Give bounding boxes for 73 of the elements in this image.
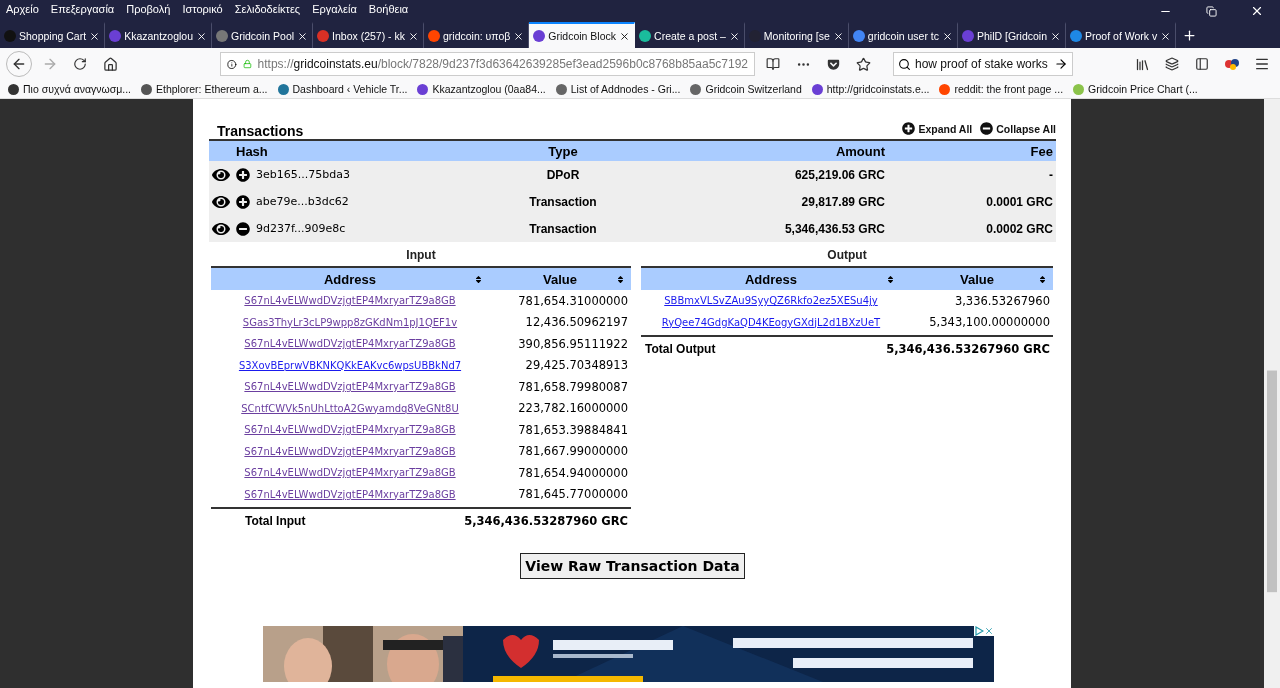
value-cell-text: 781,658.79980087 xyxy=(517,379,629,394)
value-cell-text: 5,343,100.00000000 xyxy=(928,315,1051,330)
address-link[interactable]: SCntfCWVk5nUhLttoA2Gwyamdq8VeGNt8U xyxy=(241,402,459,414)
column-header: Hash xyxy=(235,143,269,159)
view-raw-button[interactable]: View Raw Transaction Data xyxy=(520,553,745,579)
collapse-all-link[interactable]: Collapse All xyxy=(980,122,1056,135)
column-header: Amount xyxy=(834,143,886,159)
section-title: Output xyxy=(826,248,868,264)
address-link[interactable]: S67nL4vELWwdDVzjgtEP4MxryarTZ9a8GB xyxy=(244,488,456,500)
total-label: Total Input xyxy=(244,514,307,528)
menu-item[interactable]: Σελιδοδείκτες xyxy=(228,0,307,15)
fee-cell-text: - xyxy=(1048,167,1054,182)
menu-item[interactable]: Επεξεργασία xyxy=(44,0,121,15)
value-cell-text: 781,654.94000000 xyxy=(517,465,629,480)
address-link[interactable]: S67nL4vELWwdDVzjgtEP4MxryarTZ9a8GB xyxy=(244,295,456,307)
address-bar[interactable]: https://gridcoinstats.eu/block/7828/9d237f3d63642639285ef3ead2596b0c8768b85aa5c7192 xyxy=(220,52,755,76)
value-cell-text: 390,856.95111922 xyxy=(517,336,629,351)
type-cell-text: Transaction xyxy=(528,221,598,236)
bookmark-item[interactable]: http://gridcoinstats.e... xyxy=(811,83,930,95)
search-field[interactable]: how proof of stake works xyxy=(893,52,1073,76)
menu-item[interactable]: Εργαλεία xyxy=(306,0,363,15)
menu-item[interactable]: Βοήθεια xyxy=(362,0,415,15)
value-cell-text: 781,653.39884841 xyxy=(517,422,629,437)
amount-cell-text: 29,817.89 GRC xyxy=(800,194,886,209)
total-value: 5,346,436.53287960 GRC xyxy=(464,514,629,528)
value-cell-text: 3,336.53267960 xyxy=(953,293,1051,308)
menu-item[interactable]: Προβολή xyxy=(120,0,177,15)
bookmark-item[interactable]: Gridcoin Price Chart (... xyxy=(1073,83,1198,95)
hash-cell: 9d237f...909e8c xyxy=(256,222,346,235)
browser-tab[interactable]: Gridcoin Block xyxy=(529,22,636,48)
bookmark-item[interactable]: Kkazantzoglou (0aa84... xyxy=(417,83,546,95)
fee-cell-text: 0.0002 GRC xyxy=(985,221,1054,236)
fee-cell-text: 0.0001 GRC xyxy=(985,194,1054,209)
column-header[interactable]: Value xyxy=(489,271,631,287)
address-link[interactable]: S67nL4vELWwdDVzjgtEP4MxryarTZ9a8GB xyxy=(244,424,456,436)
amount-cell-text: 5,346,436.53 GRC xyxy=(783,221,886,236)
value-cell-text: 29,425.70348913 xyxy=(524,358,629,373)
bookmark-item[interactable]: reddit: the front page ... xyxy=(939,83,1064,95)
amount-cell-text: 625,219.06 GRC xyxy=(793,167,886,182)
value-cell-text: 781,667.99000000 xyxy=(517,444,629,459)
value-cell-text: 12,436.50962197 xyxy=(524,315,629,330)
value-cell-text: 781,645.77000000 xyxy=(517,487,629,502)
column-header: Fee xyxy=(1029,143,1054,159)
column-header: Type xyxy=(547,143,579,159)
address-link[interactable]: SGas3ThyLr3cLP9wpp8zGKdNm1pJ1QEF1v xyxy=(242,316,458,328)
menu-item[interactable]: Αρχείο xyxy=(0,0,45,15)
value-cell-text: 781,654.31000000 xyxy=(517,293,629,308)
address-link[interactable]: S3XovBEprwVBKNKQKkEAKvc6wpsUBBkNd7 xyxy=(238,359,462,371)
total-label: Total Output xyxy=(644,342,717,356)
bookmark-item[interactable]: Ethplorer: Ethereum a... xyxy=(141,83,268,95)
address-link[interactable]: S67nL4vELWwdDVzjgtEP4MxryarTZ9a8GB xyxy=(244,338,456,350)
address-link[interactable]: S67nL4vELWwdDVzjgtEP4MxryarTZ9a8GB xyxy=(244,445,456,457)
column-header[interactable]: Address xyxy=(641,271,901,287)
bookmark-item[interactable]: Gridcoin Switzerland xyxy=(690,83,802,95)
hash-cell: 3eb165...75bda3 xyxy=(256,168,350,181)
address-link[interactable]: S67nL4vELWwdDVzjgtEP4MxryarTZ9a8GB xyxy=(244,467,456,479)
value-cell-text: 223,782.16000000 xyxy=(517,401,629,416)
section-title: Transactions xyxy=(216,123,304,139)
address-link[interactable]: RyQee74GdgKaQD4KEogyGXdjL2d1BXzUeT xyxy=(661,316,881,328)
menu-item[interactable]: Ιστορικό xyxy=(176,0,229,15)
type-cell-text: DPoR xyxy=(545,167,581,182)
hash-cell: abe79e...b3dc62 xyxy=(256,195,349,208)
section-title: Input xyxy=(405,248,437,264)
bookmark-item[interactable]: Πιο συχνά αναγνωσμ... xyxy=(8,83,131,95)
column-header[interactable]: Value xyxy=(901,271,1053,287)
expand-all-link[interactable]: Expand All xyxy=(902,122,973,135)
column-header[interactable]: Address xyxy=(211,271,489,287)
total-value: 5,346,436.53267960 GRC xyxy=(886,342,1051,356)
type-cell-text: Transaction xyxy=(528,194,598,209)
bookmark-item[interactable]: Dashboard ‹ Vehicle Tr... xyxy=(277,83,408,95)
address-link[interactable]: SBBmxVLSvZAu9SyyQZ6Rkfo2ez5XESu4jy xyxy=(664,295,878,307)
bookmark-item[interactable]: List of Addnodes - Gri... xyxy=(555,83,681,95)
address-link[interactable]: S67nL4vELWwdDVzjgtEP4MxryarTZ9a8GB xyxy=(244,381,456,393)
